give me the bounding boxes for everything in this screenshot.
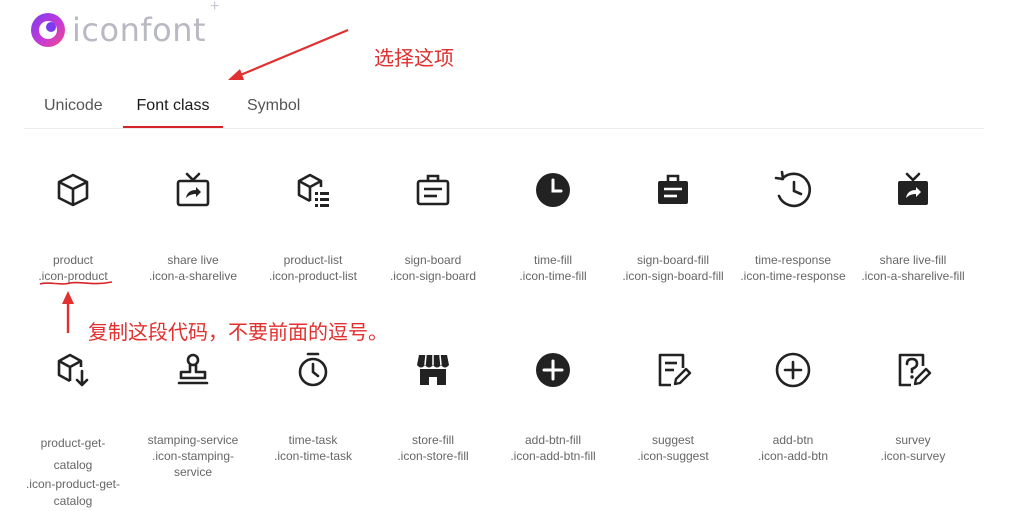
clock-fill-icon [536, 173, 570, 207]
icon-card-sign-board-fill[interactable]: sign-board-fill .icon-sign-board-fill [613, 170, 733, 284]
annotation-select-tab: 选择这项 [374, 46, 454, 70]
stopwatch-icon [298, 352, 328, 387]
icon-class-name[interactable]: .icon-time-task [253, 448, 373, 464]
tab-font-class[interactable]: Font class [123, 86, 223, 128]
icon-class-name[interactable]: .icon-add-btn-fill [493, 448, 613, 464]
tv-share-fill-icon [898, 172, 928, 205]
icon-name: sign-board [404, 253, 462, 267]
icon-name: add-btn [772, 433, 814, 447]
icon-class-name[interactable]: .icon-product [13, 268, 133, 284]
note-edit-icon [658, 353, 692, 387]
stamp-icon [177, 353, 209, 385]
plus-circle-fill-icon [536, 353, 570, 387]
icon-class-name[interactable]: .icon-sign-board-fill [613, 268, 733, 284]
icon-name: survey [895, 433, 931, 447]
clock-history-icon [774, 170, 812, 208]
icon-card-add-btn[interactable]: add-btn .icon-add-btn [733, 350, 853, 464]
tab-unicode[interactable]: Unicode [44, 86, 103, 126]
icon-card-store-fill[interactable]: store-fill .icon-store-fill [373, 350, 493, 464]
icon-card-product[interactable]: product .icon-product [13, 170, 133, 284]
icon-name: product-list [283, 253, 343, 267]
plus-circle-outline-icon [775, 352, 811, 388]
sign-board-fill-icon [658, 174, 688, 204]
icon-card-share-live[interactable]: share live .icon-a-sharelive [133, 170, 253, 284]
icon-card-stamping-service[interactable]: stamping-service .icon-stamping-service [133, 350, 253, 480]
logo-wordmark: iconfont [72, 11, 207, 49]
icon-name: time-response [754, 253, 832, 267]
icon-name: share live [167, 253, 219, 267]
icon-name: store-fill [411, 433, 454, 447]
icon-name: time-fill [534, 253, 572, 267]
icon-card-product-list[interactable]: product-list .icon-product-list [253, 170, 373, 284]
icon-name: suggest [651, 433, 695, 447]
icon-name: add-btn-fill [524, 433, 582, 447]
icon-card-time-response[interactable]: time-response .icon-time-response [733, 170, 853, 284]
icon-card-add-btn-fill[interactable]: add-btn-fill .icon-add-btn-fill [493, 350, 613, 464]
iconfont-logo-icon [31, 13, 65, 47]
sign-board-outline-icon [416, 174, 450, 206]
icon-class-name[interactable]: .icon-a-sharelive [133, 268, 253, 284]
icon-name: stamping-service [147, 433, 239, 447]
icon-class-name[interactable]: .icon-time-response [733, 268, 853, 284]
icon-class-name[interactable]: .icon-store-fill [373, 448, 493, 464]
annotation-copy-hint: 复制这段代码，不要前面的逗号。 [88, 320, 388, 344]
icon-class-name[interactable]: .icon-a-sharelive-fill [853, 268, 973, 284]
icon-name: time-task [288, 433, 338, 447]
logo-plus-mark: + [210, 0, 220, 15]
store-fill-icon [417, 354, 449, 385]
icon-class-name[interactable]: .icon-add-btn [733, 448, 853, 464]
icon-class-name[interactable]: .icon-time-fill [493, 268, 613, 284]
icon-name: sign-board-fill [636, 253, 710, 267]
icon-name: product-get-catalog [40, 436, 106, 472]
icon-class-name[interactable]: .icon-product-get-catalog [13, 476, 133, 510]
cube-download-icon [57, 353, 89, 387]
question-edit-icon [898, 353, 932, 387]
icon-class-name[interactable]: .icon-product-list [253, 268, 373, 284]
cube-outline-icon [57, 173, 89, 207]
icon-card-share-live-fill[interactable]: share live-fill .icon-a-sharelive-fill [853, 170, 973, 284]
icon-card-suggest[interactable]: suggest .icon-suggest [613, 350, 733, 464]
cube-list-icon [297, 173, 329, 207]
icon-name: product [52, 253, 94, 267]
icon-card-time-task[interactable]: time-task .icon-time-task [253, 350, 373, 464]
tab-symbol[interactable]: Symbol [247, 86, 300, 126]
icon-class-name[interactable]: .icon-sign-board [373, 268, 493, 284]
icon-name: share live-fill [879, 253, 947, 267]
icon-class-name[interactable]: .icon-stamping-service [145, 448, 241, 480]
icon-card-survey[interactable]: survey .icon-survey [853, 350, 973, 464]
tv-share-outline-icon [176, 172, 210, 207]
icon-card-sign-board[interactable]: sign-board .icon-sign-board [373, 170, 493, 284]
tab-bar: Unicode Font class Symbol [24, 86, 984, 129]
icon-class-name[interactable]: .icon-suggest [613, 448, 733, 464]
icon-card-product-get-catalog[interactable]: product-get-catalog .icon-product-get-ca… [13, 350, 133, 510]
iconfont-logo[interactable]: iconfont [30, 12, 206, 48]
icon-card-time-fill[interactable]: time-fill .icon-time-fill [493, 170, 613, 284]
icon-class-name[interactable]: .icon-survey [853, 448, 973, 464]
